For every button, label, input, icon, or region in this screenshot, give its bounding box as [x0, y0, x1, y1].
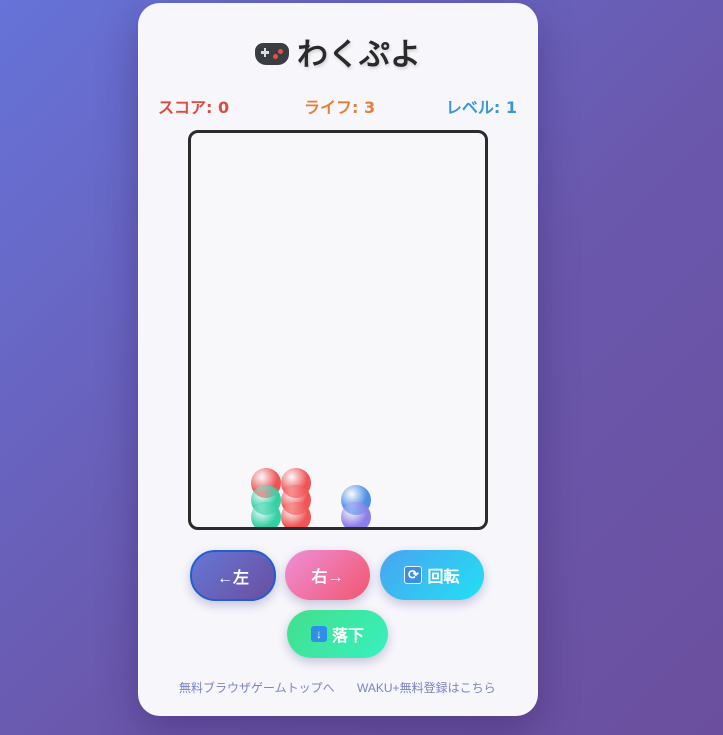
move-left-button[interactable]: ←左: [190, 550, 276, 601]
gamepad-icon: [255, 42, 289, 65]
rotate-button[interactable]: ⟳ 回転: [380, 550, 484, 600]
puyo-purple: [341, 502, 371, 527]
level-display: レベル: 1: [445, 98, 517, 117]
move-right-button[interactable]: 右→: [285, 550, 370, 600]
down-arrow-icon: ↓: [310, 626, 327, 642]
score-display: スコア: 0: [158, 98, 230, 117]
waku-signup-link[interactable]: WAKU+無料登録はこちら: [357, 679, 496, 696]
move-left-label: ←左: [216, 569, 249, 587]
drop-label: 落下: [331, 628, 364, 645]
puyo-red: [281, 502, 311, 527]
browser-games-top-link[interactable]: 無料ブラウザゲームトップへ: [179, 679, 335, 696]
game-card: わくぷよ スコア: 0 ライフ: 3 レベル: 1 ←左 右→ ⟳ 回転 ↓ 落…: [138, 3, 538, 716]
rotate-label: 回転: [427, 569, 460, 586]
game-board[interactable]: [188, 130, 488, 530]
move-right-label: 右→: [311, 569, 344, 586]
game-title-text: わくぷよ: [297, 37, 421, 73]
game-title: わくぷよ: [138, 29, 538, 74]
drop-button[interactable]: ↓ 落下: [287, 610, 388, 658]
puyo-green: [251, 502, 281, 527]
life-display: ライフ: 3: [304, 98, 376, 117]
rotate-icon: ⟳: [404, 566, 423, 584]
